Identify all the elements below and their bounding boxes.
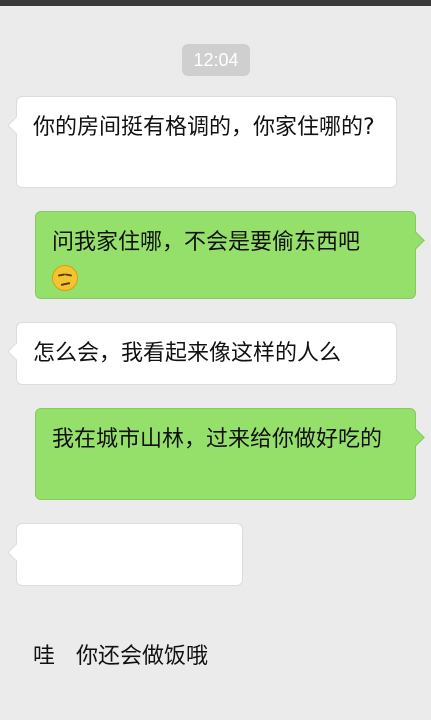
message-bubble-incoming[interactable]: 你的房间挺有格调的，你家住哪的?: [7, 96, 397, 188]
message-text: 问我家住哪，不会是要偷东西吧: [52, 230, 361, 255]
message-bubble-incoming[interactable]: 哇 你还会做饭哦: [7, 523, 243, 669]
message-text: 你的房间挺有格调的，你家住哪的?: [33, 115, 375, 140]
message-text: 哇 你还会做饭哦: [33, 644, 208, 669]
bubble-tail: [7, 342, 26, 361]
message-bubble-incoming[interactable]: 怎么会，我看起来像这样的人么: [7, 322, 397, 385]
bubble-tail: [406, 231, 425, 250]
message-text: 怎么会，我看起来像这样的人么: [33, 341, 342, 366]
status-bar-strip: [0, 0, 431, 6]
message-bubble-outgoing[interactable]: 问我家住哪，不会是要偷东西吧: [35, 211, 425, 299]
bubble-tail: [7, 116, 26, 135]
bubble-tail: [406, 428, 425, 447]
message-bubble-outgoing[interactable]: 我在城市山林，过来给你做好吃的: [35, 408, 425, 500]
message-text: 我在城市山林，过来给你做好吃的: [52, 427, 383, 452]
smirk-emoji-icon: [52, 265, 78, 291]
timestamp-badge: 12:04: [182, 44, 250, 76]
bubble-tail: [7, 543, 26, 562]
